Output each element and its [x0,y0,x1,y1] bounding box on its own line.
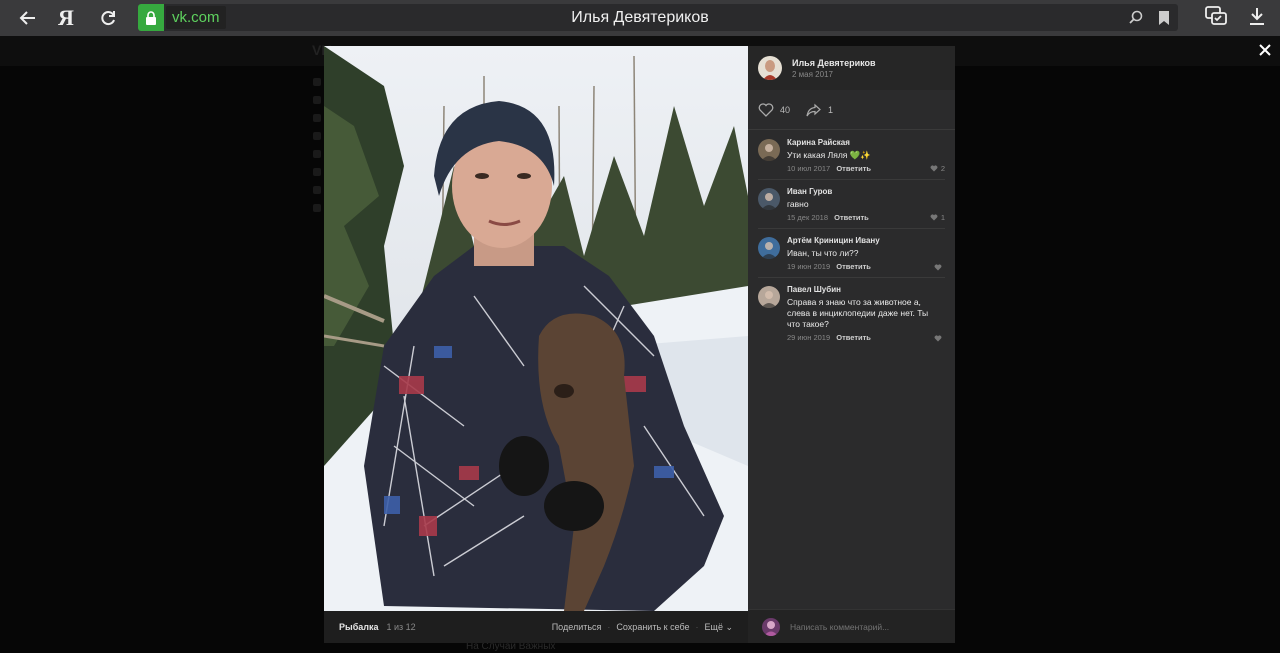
commenter-avatar[interactable] [758,286,780,308]
protect-icon[interactable] [1204,5,1228,32]
lock-icon[interactable] [138,4,164,31]
photo-image [324,46,748,611]
comment-like-count: 2 [940,164,945,173]
photo-counter: 1 из 12 [386,622,416,632]
commenter-name[interactable]: Павел Шубин [787,285,941,294]
separator-dot: · [607,622,611,632]
commenter-name[interactable]: Карина Райская [787,138,941,147]
photo-actions: Поделиться · Сохранить к себе · Ещё ⌄ [552,622,733,633]
author-avatar[interactable] [758,56,782,80]
browser-toolbar: Я vk.com Илья Девятериков [0,0,1280,36]
comment-date: 29 июн 2019 [787,333,831,342]
comments-list: Карина Райская Ути какая Ляля 💚✨ 10 июл … [748,130,955,348]
url-domain[interactable]: vk.com [166,6,226,29]
download-icon[interactable] [1248,6,1266,31]
comment-input[interactable] [790,621,940,632]
comment-like-button[interactable]: 2 [930,164,945,173]
heart-icon [934,264,942,271]
like-button[interactable]: 40 [758,102,791,117]
separator-dot: · [695,622,699,632]
yandex-logo-icon: Я [58,5,74,30]
back-button[interactable] [8,0,48,36]
reply-link[interactable]: Ответить [836,333,871,342]
author-header: Илья Девятериков 2 мая 2017 [748,46,955,90]
heart-icon [758,102,774,117]
share-count: 1 [828,104,834,115]
comment-item: Павел Шубин Справа я знаю что за животно… [758,283,945,348]
share-arrow-icon [806,103,821,116]
comment-text: гавно [787,199,809,209]
commenter-avatar[interactable] [758,188,780,210]
like-count: 40 [780,104,791,115]
reload-icon [101,11,115,26]
commenter-avatar[interactable] [758,237,780,259]
heart-icon [930,214,938,221]
photo-viewer: Рыбалка 1 из 12 Поделиться · Сохранить к… [324,46,955,643]
address-bar[interactable]: vk.com [138,4,1178,31]
comment-date: 19 июн 2019 [787,262,831,271]
comment-like-count: 1 [940,213,945,222]
post-date: 2 мая 2017 [792,69,833,79]
comment-like-button[interactable] [934,335,945,342]
comment-date: 10 июл 2017 [787,164,831,173]
save-button[interactable]: Сохранить к себе [616,622,689,632]
comment-item: Карина Райская Ути какая Ляля 💚✨ 10 июл … [758,136,945,180]
comment-text: Справа я знаю что за животное а, слева в… [787,297,929,329]
arrow-left-icon [19,11,35,25]
browser-right-icons [1204,0,1266,36]
comment-like-button[interactable]: 1 [930,213,945,222]
reply-link[interactable]: Ответить [836,164,871,173]
reply-link[interactable]: Ответить [836,262,871,271]
close-icon [1259,44,1271,56]
heart-icon [930,165,938,172]
comment-text: Иван, ты что ли?? [787,248,859,258]
address-bar-icons [1128,0,1170,36]
current-user-avatar [762,617,780,636]
bookmark-icon[interactable] [1158,10,1170,26]
photo[interactable] [324,46,748,611]
reply-link[interactable]: Ответить [834,213,869,222]
search-page-icon[interactable] [1128,10,1144,26]
commenter-name[interactable]: Иван Гуров [787,187,941,196]
comment-item: Артём Криницин Ивану Иван, ты что ли?? 1… [758,234,945,278]
album-link[interactable]: Рыбалка [339,622,378,632]
write-comment-bar [748,609,955,643]
dimmed-sidebar [313,78,323,222]
share-stat-button[interactable]: 1 [806,103,833,117]
author-name[interactable]: Илья Девятериков [792,58,876,68]
reload-button[interactable] [88,0,128,36]
comment-item: Иван Гуров гавно 15 дек 2018 Ответить 1 [758,185,945,229]
commenter-name[interactable]: Артём Криницин Ивану [787,236,941,245]
more-button[interactable]: Ещё ⌄ [705,622,733,633]
comment-text: Ути какая Ляля 💚✨ [787,150,871,160]
photo-bottom-bar: Рыбалка 1 из 12 Поделиться · Сохранить к… [324,611,748,643]
stats-bar: 40 1 [748,90,955,130]
comment-date: 15 дек 2018 [787,213,829,222]
yandex-home-button[interactable]: Я [46,0,86,36]
close-viewer-button[interactable] [1258,40,1272,63]
heart-icon [934,335,942,342]
commenter-avatar[interactable] [758,139,780,161]
comment-like-button[interactable] [934,264,945,271]
share-button[interactable]: Поделиться [552,622,602,632]
comments-panel: Илья Девятериков 2 мая 2017 40 1 Карина … [748,46,955,643]
